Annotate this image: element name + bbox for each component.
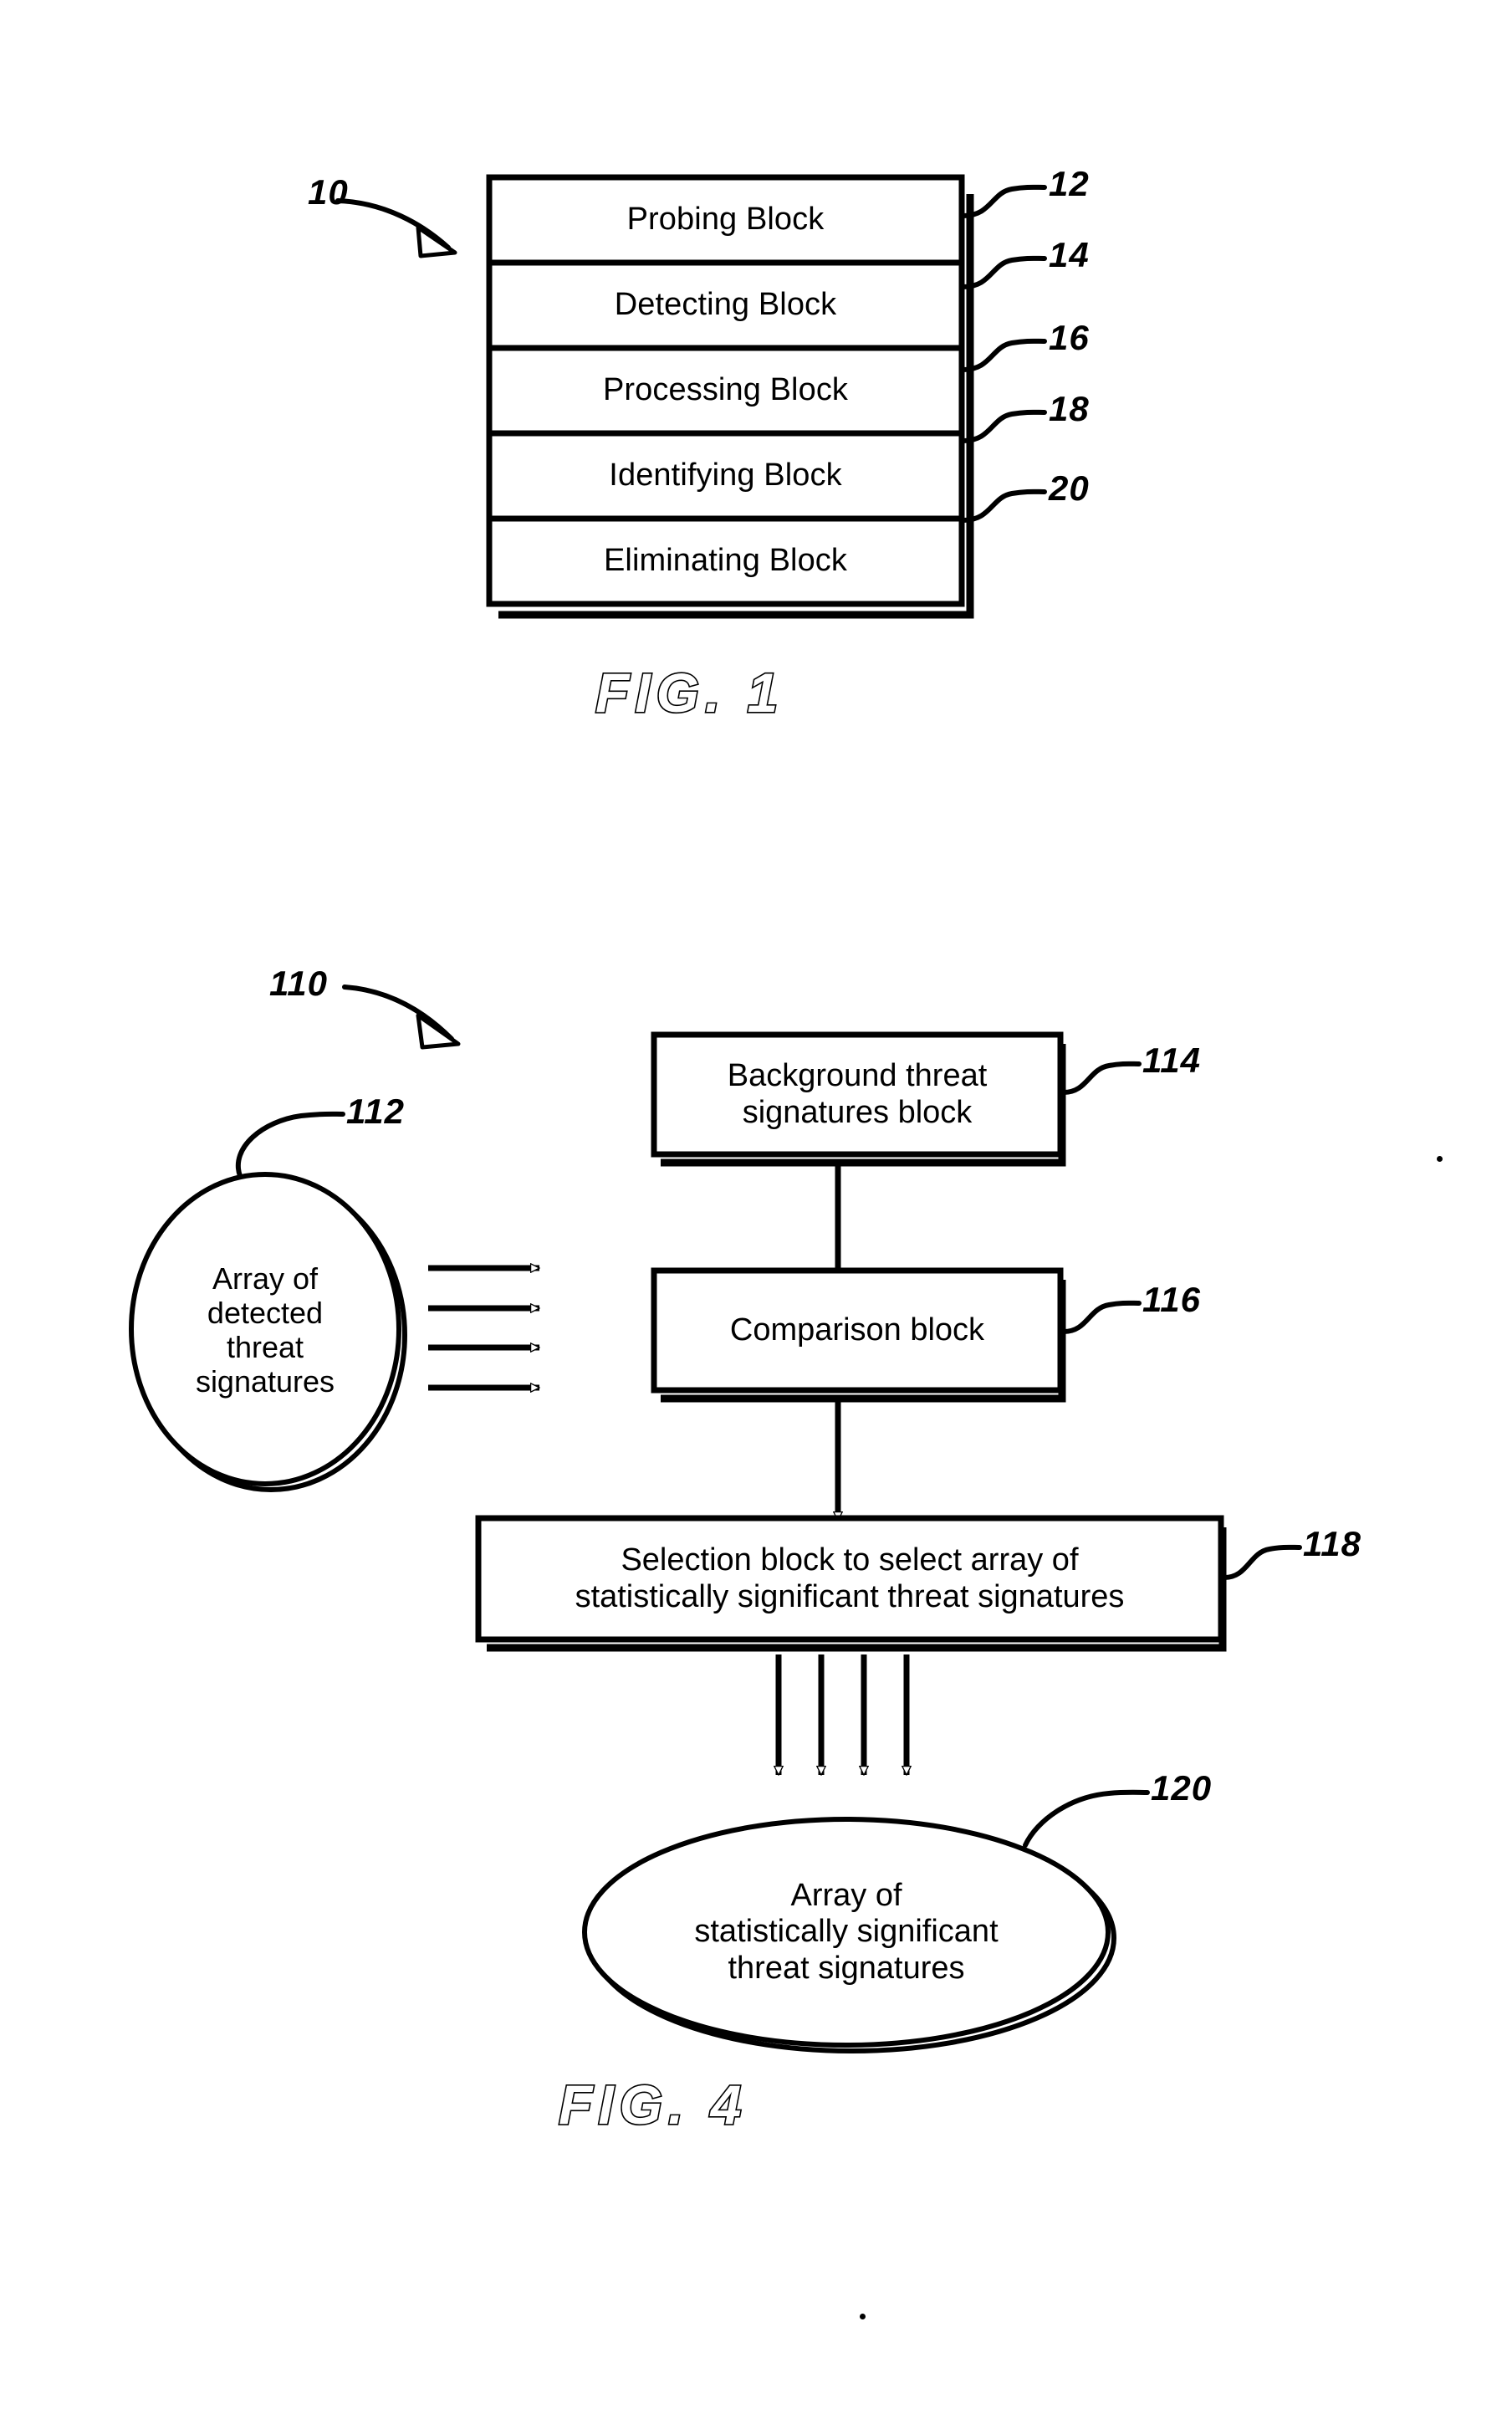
ellipse-label-significant-array: Array of statistically significant threa… [694, 1878, 999, 1986]
figure-1-caption: FIG. 1 [594, 660, 784, 724]
patent-drawing-sheet: 10 Probing Block Detecting Block Process… [0, 0, 1512, 2419]
flow-arrows-selection-to-significant [779, 1654, 907, 1775]
ref-numeral-10: 10 [308, 172, 349, 212]
ref-numeral-16: 16 [1049, 318, 1090, 357]
fig4-leader-116 [1061, 1300, 1142, 1334]
box-label-selection-block: Selection block to select array of stati… [575, 1542, 1125, 1614]
ref-numeral-114: 114 [1142, 1041, 1201, 1080]
fig1-block-processing: Processing Block [602, 372, 849, 408]
box-label-comparison-block: Comparison block [729, 1312, 985, 1348]
ref-numeral-20: 20 [1049, 468, 1090, 508]
ref-numeral-110: 110 [269, 964, 328, 1003]
fig1-block-identifying: Identifying Block [609, 458, 842, 494]
ref-numeral-112: 112 [346, 1092, 405, 1131]
fig1-ref-leaders [961, 184, 1047, 523]
fig4-leader-112 [236, 1111, 345, 1179]
ref-numeral-14: 14 [1049, 235, 1090, 274]
fig4-leader-120 [1023, 1789, 1150, 1848]
scan-speck [860, 2314, 866, 2319]
fig1-block-detecting: Detecting Block [614, 287, 837, 323]
fig1-block-probing: Probing Block [626, 202, 825, 238]
scan-speck [1437, 1156, 1443, 1162]
ellipse-label-detected-array: Array of detected threat signatures [195, 1261, 335, 1399]
fig4-leader-110 [342, 984, 461, 1050]
ref-numeral-12: 12 [1049, 164, 1090, 203]
ref-numeral-118: 118 [1303, 1524, 1361, 1563]
ref-numeral-18: 18 [1049, 389, 1090, 428]
fig4-leader-118 [1222, 1544, 1302, 1580]
flow-arrows-detected-to-comparison [428, 1268, 539, 1388]
fig1-leader-10 [335, 198, 457, 258]
figure-4-caption: FIG. 4 [557, 2072, 748, 2136]
fig4-leader-114 [1061, 1061, 1142, 1095]
box-label-background-block: Background threat signatures block [727, 1058, 988, 1130]
ref-numeral-120: 120 [1151, 1768, 1213, 1808]
ref-numeral-116: 116 [1142, 1280, 1201, 1319]
fig1-block-eliminating: Eliminating Block [603, 543, 848, 579]
